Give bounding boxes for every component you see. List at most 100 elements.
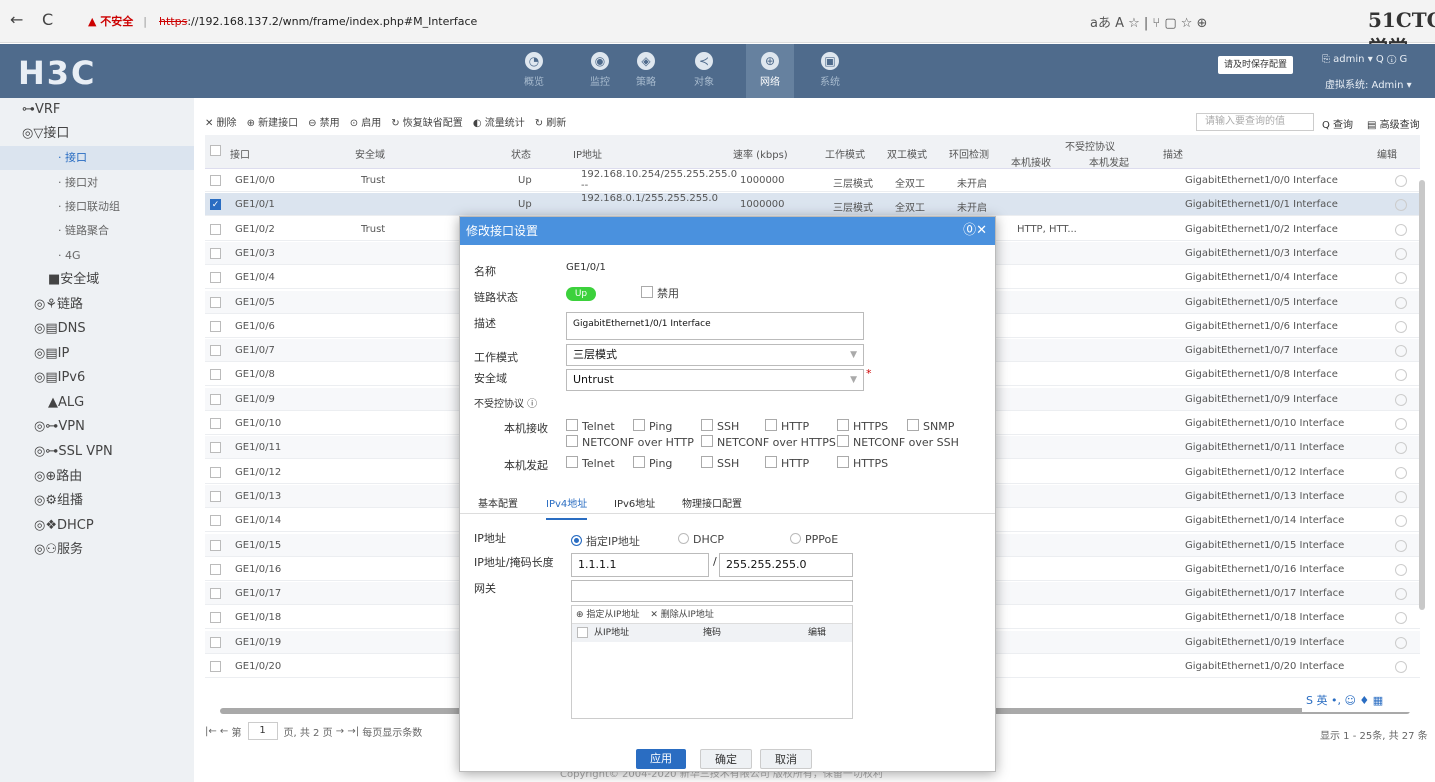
recv-ping-checkbox[interactable]: Ping — [633, 419, 672, 433]
recv-https-checkbox[interactable]: HTTPS — [837, 419, 888, 433]
table-row[interactable]: GE1/0/0 Trust Up 192.168.10.254/255.255.255… — [205, 169, 1420, 192]
ip-address-field[interactable]: 1.1.1.1 — [571, 553, 709, 577]
edit-icon[interactable] — [1395, 199, 1407, 212]
static-ip-radio[interactable]: 指定IP地址 — [571, 533, 640, 549]
close-icon[interactable]: ⓪✕ — [963, 217, 987, 245]
vertical-scrollbar[interactable] — [1419, 180, 1425, 610]
first-prev-page-icon[interactable]: |← ← — [205, 726, 228, 737]
sidebar-item-interface[interactable]: · 接口 — [0, 146, 194, 170]
sidebar-item-security-zone[interactable]: ■安全域 — [0, 268, 194, 292]
edit-icon[interactable] — [1395, 661, 1407, 673]
row-checkbox[interactable] — [210, 636, 221, 648]
row-checkbox[interactable] — [210, 490, 221, 502]
traffic-stats-button[interactable]: ◐ 流量统计 — [473, 114, 525, 129]
sidebar-item-4g[interactable]: · 4G — [0, 244, 194, 268]
nav-object[interactable]: ≺ 对象 — [680, 44, 728, 98]
sidebar-item-service[interactable]: ◎⚇服务 — [0, 538, 194, 562]
row-checkbox[interactable] — [210, 515, 221, 527]
disable-button[interactable]: ⊖ 禁用 — [308, 114, 340, 129]
row-checkbox[interactable] — [210, 418, 221, 429]
advanced-query-button[interactable]: ▤ 高级查询 — [1367, 116, 1420, 131]
sidebar-item-ipv6[interactable]: ◎▤IPv6 — [0, 366, 194, 390]
edit-icon[interactable] — [1395, 369, 1407, 382]
search-input[interactable]: 请输入要查询的值 — [1196, 113, 1314, 131]
ime-toolbar[interactable]: S 英 •, ☺ ♦ ▦ — [1302, 690, 1435, 712]
gateway-field[interactable] — [571, 580, 853, 602]
row-checkbox[interactable] — [210, 466, 221, 478]
sidebar-item-interface-linkage[interactable]: · 接口联动组 — [0, 195, 194, 219]
security-zone-select[interactable]: Untrust ▼ — [566, 369, 864, 391]
nav-overview[interactable]: ◔ 概览 — [510, 44, 558, 98]
mask-field[interactable]: 255.255.255.0 — [719, 553, 853, 577]
delete-secondary-ip-button[interactable]: ✕ 删除从IP地址 — [650, 610, 713, 620]
row-checkbox[interactable] — [210, 539, 221, 551]
edit-icon[interactable] — [1395, 636, 1407, 649]
send-ping-checkbox[interactable]: Ping — [633, 456, 672, 470]
row-checkbox[interactable] — [210, 442, 221, 454]
row-checkbox[interactable] — [210, 563, 221, 575]
user-menu[interactable]: ⎘ admin ▾ Q ⓘ G — [1322, 54, 1407, 65]
pppoe-radio[interactable]: PPPoE — [790, 533, 838, 546]
select-all-checkbox[interactable] — [210, 145, 221, 156]
sidebar-item-routing[interactable]: ◎⊕路由 — [0, 465, 194, 489]
edit-icon[interactable] — [1395, 563, 1407, 576]
tab-ipv4[interactable]: IPv4地址 — [546, 495, 588, 520]
sidebar-item-interface-group[interactable]: ◎▽接口 — [0, 122, 194, 146]
sidebar-item-multicast[interactable]: ◎⚙组播 — [0, 489, 194, 513]
edit-icon[interactable] — [1395, 418, 1407, 430]
row-checkbox[interactable]: ✓ — [210, 199, 221, 211]
cancel-button[interactable]: 取消 — [760, 749, 812, 769]
send-telnet-checkbox[interactable]: Telnet — [566, 456, 615, 470]
nav-network[interactable]: ⊕ 网络 — [746, 44, 794, 98]
recv-netconf-https-checkbox[interactable]: NETCONF over HTTPS — [701, 435, 836, 449]
edit-icon[interactable] — [1395, 320, 1407, 333]
tab-basic[interactable]: 基本配置 — [478, 495, 518, 510]
edit-icon[interactable] — [1395, 539, 1407, 552]
dhcp-radio[interactable]: DHCP — [678, 533, 724, 546]
row-checkbox[interactable] — [210, 296, 221, 308]
vsys-selector[interactable]: 虚拟系统: Admin ▾ — [1325, 76, 1412, 91]
browser-action-icons[interactable]: aあ A ☆ | ⑂ ▢ ☆ ⊕ — [1090, 12, 1207, 31]
edit-icon[interactable] — [1395, 612, 1407, 625]
sidebar-item-link-aggregation[interactable]: · 链路聚合 — [0, 219, 194, 243]
sidebar-item-dhcp[interactable]: ◎❖DHCP — [0, 514, 194, 538]
recv-netconf-http-checkbox[interactable]: NETCONF over HTTP — [566, 435, 694, 449]
save-config-button[interactable]: 请及时保存配置 — [1218, 56, 1294, 74]
back-icon[interactable]: ← — [10, 10, 23, 29]
sidebar-item-interface-pair[interactable]: · 接口对 — [0, 171, 194, 195]
apply-button[interactable]: 应用 — [636, 749, 686, 769]
row-checkbox[interactable] — [210, 320, 221, 332]
query-button[interactable]: Q 查询 — [1322, 116, 1353, 131]
reload-icon[interactable]: C — [42, 10, 53, 29]
add-secondary-ip-button[interactable]: ⊕ 指定从IP地址 — [576, 610, 639, 620]
send-ssh-checkbox[interactable]: SSH — [701, 456, 739, 470]
nav-system[interactable]: ▣ 系统 — [806, 44, 854, 98]
disable-checkbox[interactable]: 禁用 — [641, 285, 679, 301]
sidebar-item-ip[interactable]: ◎▤IP — [0, 342, 194, 366]
edit-icon[interactable] — [1395, 247, 1407, 260]
delete-button[interactable]: ✕ 删除 — [205, 114, 237, 129]
new-interface-button[interactable]: ⊕ 新建接口 — [247, 114, 299, 129]
sidebar-item-ssl-vpn[interactable]: ◎⊶SSL VPN — [0, 440, 194, 464]
recv-telnet-checkbox[interactable]: Telnet — [566, 419, 615, 433]
sidebar-item-alg[interactable]: ▲ALG — [0, 391, 194, 415]
recv-netconf-ssh-checkbox[interactable]: NETCONF over SSH — [837, 435, 959, 449]
edit-icon[interactable] — [1395, 393, 1407, 406]
row-checkbox[interactable] — [210, 272, 221, 284]
edit-icon[interactable] — [1395, 223, 1407, 236]
edit-icon[interactable] — [1395, 272, 1407, 285]
send-https-checkbox[interactable]: HTTPS — [837, 456, 888, 470]
sidebar-item-link[interactable]: ◎⚘链路 — [0, 293, 194, 317]
edit-icon[interactable] — [1395, 588, 1407, 601]
edit-icon[interactable] — [1395, 175, 1407, 187]
sidebar-item-vpn[interactable]: ◎⊶VPN — [0, 415, 194, 439]
enable-button[interactable]: ⊙ 启用 — [350, 114, 382, 129]
row-checkbox[interactable] — [210, 661, 221, 672]
tab-physical[interactable]: 物理接口配置 — [682, 495, 742, 510]
next-last-page-icon[interactable]: → →| — [336, 726, 359, 737]
recv-http-checkbox[interactable]: HTTP — [765, 419, 809, 433]
row-checkbox[interactable] — [210, 369, 221, 381]
refresh-button[interactable]: ↻ 刷新 — [535, 114, 567, 129]
row-checkbox[interactable] — [210, 345, 221, 357]
nav-monitor[interactable]: ◉ 监控 — [576, 44, 624, 98]
